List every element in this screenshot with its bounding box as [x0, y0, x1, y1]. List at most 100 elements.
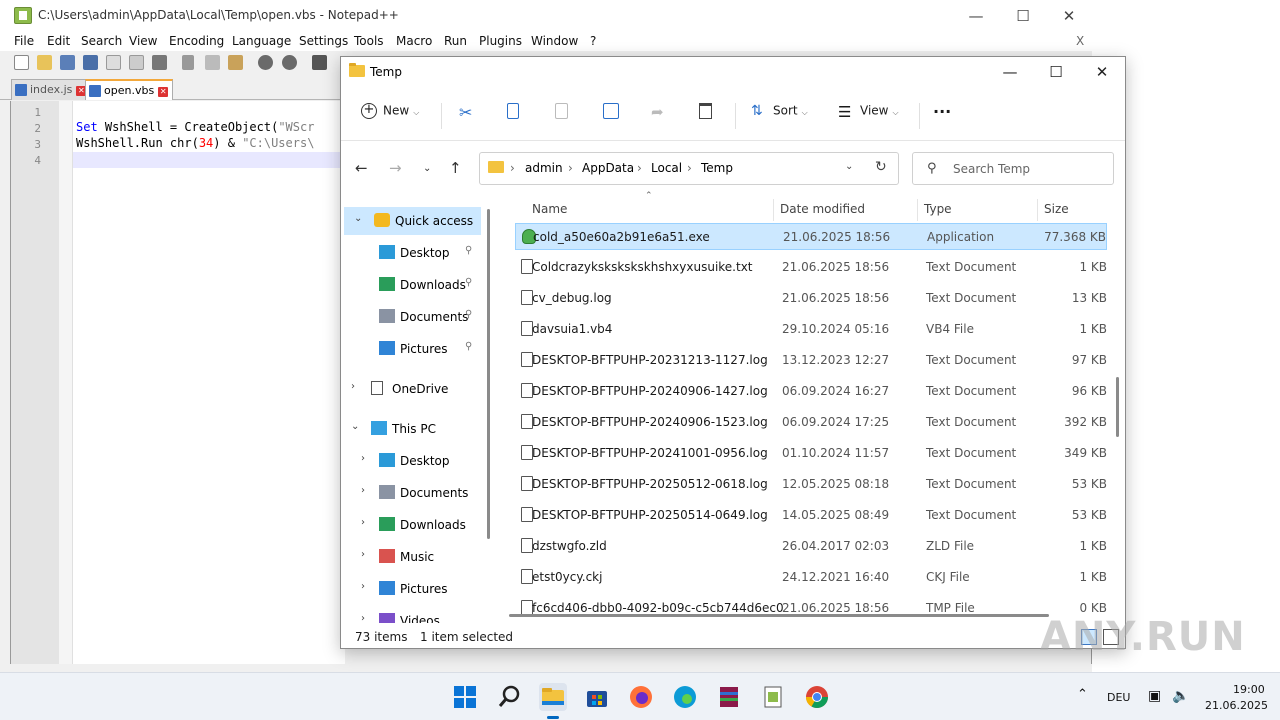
new-button[interactable]: + New ⌵ [361, 103, 419, 127]
tab-index-js[interactable]: index.js ✕ [11, 79, 92, 100]
column-date-modified[interactable]: Date modified [780, 202, 865, 216]
column-divider[interactable] [773, 199, 774, 221]
file-row[interactable]: davsuia1.vb4 29.10.2024 05:16 VB4 File 1 KB [515, 316, 1107, 343]
file-row[interactable]: Coldcrazykskskskskhshxyxusuike.txt 21.06.… [515, 254, 1107, 281]
explorer-titlebar[interactable]: Temp — ☐ ✕ [341, 57, 1125, 89]
more-options-button[interactable]: ··· [933, 102, 951, 126]
chevron-right-icon[interactable]: › [361, 613, 365, 623]
file-row[interactable]: DESKTOP-BFTPUHP-20240906-1523.log 06.09.2… [515, 409, 1107, 436]
file-row[interactable]: cv_debug.log 21.06.2025 18:56 Text Documen… [515, 285, 1107, 312]
show-hidden-icons-icon[interactable]: ⌃ [1077, 687, 1088, 702]
menu-tools[interactable]: Tools [354, 34, 384, 48]
column-divider[interactable] [917, 199, 918, 221]
menu-encoding[interactable]: Encoding [169, 34, 224, 48]
close-all-icon[interactable] [129, 55, 144, 70]
chevron-right-icon[interactable]: › [361, 453, 365, 464]
close-tab-icon[interactable]: ✕ [158, 87, 169, 97]
sidebar-item-pictures[interactable]: Pictures ⚲ [341, 335, 481, 363]
recent-locations-icon[interactable]: ⌄ [423, 163, 431, 174]
chevron-down-icon[interactable]: ⌄ [354, 213, 362, 224]
menu-search[interactable]: Search [81, 34, 122, 48]
start-icon[interactable] [451, 683, 479, 711]
scrollbar[interactable] [487, 209, 490, 539]
undo-icon[interactable] [258, 55, 273, 70]
chevron-right-icon[interactable]: › [361, 549, 365, 560]
menu-macro[interactable]: Macro [396, 34, 432, 48]
tab-open-vbs[interactable]: open.vbs ✕ [85, 79, 174, 100]
cut-button[interactable]: ✂ [459, 103, 481, 127]
save-all-icon[interactable] [83, 55, 98, 70]
close-document-button[interactable]: X [1076, 34, 1084, 48]
column-name[interactable]: Name [532, 202, 567, 216]
close-icon[interactable]: ✕ [1090, 61, 1114, 83]
address-bar[interactable]: › admin › AppData › Local › Temp ⌄ ↻ [479, 152, 899, 185]
file-row[interactable]: DESKTOP-BFTPUHP-20241001-0956.log 01.10.2… [515, 440, 1107, 467]
file-row[interactable]: cold_a50e60a2b91e6a51.exe 21.06.2025 18:5… [515, 223, 1107, 250]
maximize-icon[interactable]: ☐ [1013, 6, 1033, 26]
close-icon[interactable]: ✕ [1059, 6, 1079, 26]
breadcrumb-local[interactable]: Local [651, 161, 682, 175]
chevron-down-icon[interactable]: ⌄ [845, 161, 853, 172]
minimize-icon[interactable]: — [998, 61, 1022, 83]
file-row[interactable]: DESKTOP-BFTPUHP-20250512-0618.log 12.05.2… [515, 471, 1107, 498]
chevron-right-icon[interactable]: › [361, 485, 365, 496]
breadcrumb-appdata[interactable]: AppData [582, 161, 634, 175]
open-file-icon[interactable] [37, 55, 52, 70]
sidebar-item-quick-access[interactable]: ⌄ Quick access [344, 207, 481, 235]
search-box[interactable]: ⚲ Search Temp [912, 152, 1114, 185]
save-icon[interactable] [60, 55, 75, 70]
copy-button[interactable] [507, 103, 525, 127]
notepadpp-titlebar[interactable]: C:\Users\admin\AppData\Local\Temp\open.v… [0, 0, 1092, 31]
sidebar-item-onedrive[interactable]: › OneDrive [341, 375, 481, 403]
breadcrumb-admin[interactable]: admin [525, 161, 563, 175]
rename-button[interactable] [603, 103, 625, 127]
refresh-icon[interactable]: ↻ [875, 159, 887, 175]
chrome-icon[interactable] [803, 683, 831, 711]
paste-icon[interactable] [228, 55, 243, 70]
firefox-icon[interactable] [627, 683, 655, 711]
maximize-icon[interactable]: ☐ [1044, 61, 1068, 83]
code-editor[interactable]: 1 2 3 4 Set WshShell = CreateObject("WSc… [10, 101, 346, 664]
sidebar-item-pictures[interactable]: › Pictures [341, 575, 481, 603]
view-button[interactable]: ☰ View ⌵ [838, 103, 899, 127]
menu-file[interactable]: File [14, 34, 34, 48]
sidebar-item-downloads[interactable]: Downloads ⚲ [341, 271, 481, 299]
chevron-down-icon[interactable]: ⌄ [351, 421, 359, 432]
file-row[interactable]: DESKTOP-BFTPUHP-20240906-1427.log 06.09.2… [515, 378, 1107, 405]
chevron-right-icon[interactable]: › [361, 517, 365, 528]
file-row[interactable]: etst0ycy.ckj 24.12.2021 16:40 CKJ File 1 KB [515, 564, 1107, 591]
sidebar-item-music[interactable]: › Music [341, 543, 481, 571]
up-arrow-icon[interactable]: ↑ [449, 159, 462, 177]
sort-button[interactable]: ⇅ Sort ⌵ [751, 103, 808, 127]
vertical-scrollbar[interactable] [1116, 377, 1119, 437]
forward-arrow-icon[interactable]: → [389, 159, 402, 177]
network-icon[interactable]: ▣ [1148, 688, 1161, 704]
chevron-right-icon[interactable]: › [351, 381, 355, 392]
menu-language[interactable]: Language [232, 34, 291, 48]
file-explorer-icon[interactable] [539, 683, 567, 719]
language-indicator[interactable]: DEU [1107, 691, 1130, 704]
sidebar-item-this-pc[interactable]: ⌄ This PC [341, 415, 481, 443]
redo-icon[interactable] [282, 55, 297, 70]
file-row[interactable]: DESKTOP-BFTPUHP-20250514-0649.log 14.05.2… [515, 502, 1107, 529]
edge-icon[interactable] [671, 683, 699, 711]
horizontal-scrollbar[interactable] [509, 614, 1049, 617]
file-row[interactable]: dzstwgfo.zld 26.04.2017 02:03 ZLD File 1 KB [515, 533, 1107, 560]
new-file-icon[interactable] [14, 55, 29, 70]
share-button[interactable]: ➦ [651, 103, 673, 127]
clock-date[interactable]: 21.06.2025 [1205, 699, 1268, 712]
store-icon[interactable] [583, 683, 611, 711]
minimize-icon[interactable]: — [966, 6, 986, 26]
file-row[interactable]: DESKTOP-BFTPUHP-20231213-1127.log 13.12.2… [515, 347, 1107, 374]
sidebar-item-documents[interactable]: Documents ⚲ [341, 303, 481, 331]
cut-icon[interactable] [182, 55, 194, 70]
sidebar-item-videos[interactable]: › Videos [341, 607, 481, 623]
delete-button[interactable] [699, 103, 718, 127]
notepadpp-icon[interactable] [759, 683, 787, 711]
find-icon[interactable] [312, 55, 327, 70]
menu-window[interactable]: Window [531, 34, 578, 48]
winrar-icon[interactable] [715, 683, 743, 711]
menu-settings[interactable]: Settings [299, 34, 348, 48]
close-file-icon[interactable] [106, 55, 121, 70]
sidebar-item-downloads[interactable]: › Downloads [341, 511, 481, 539]
